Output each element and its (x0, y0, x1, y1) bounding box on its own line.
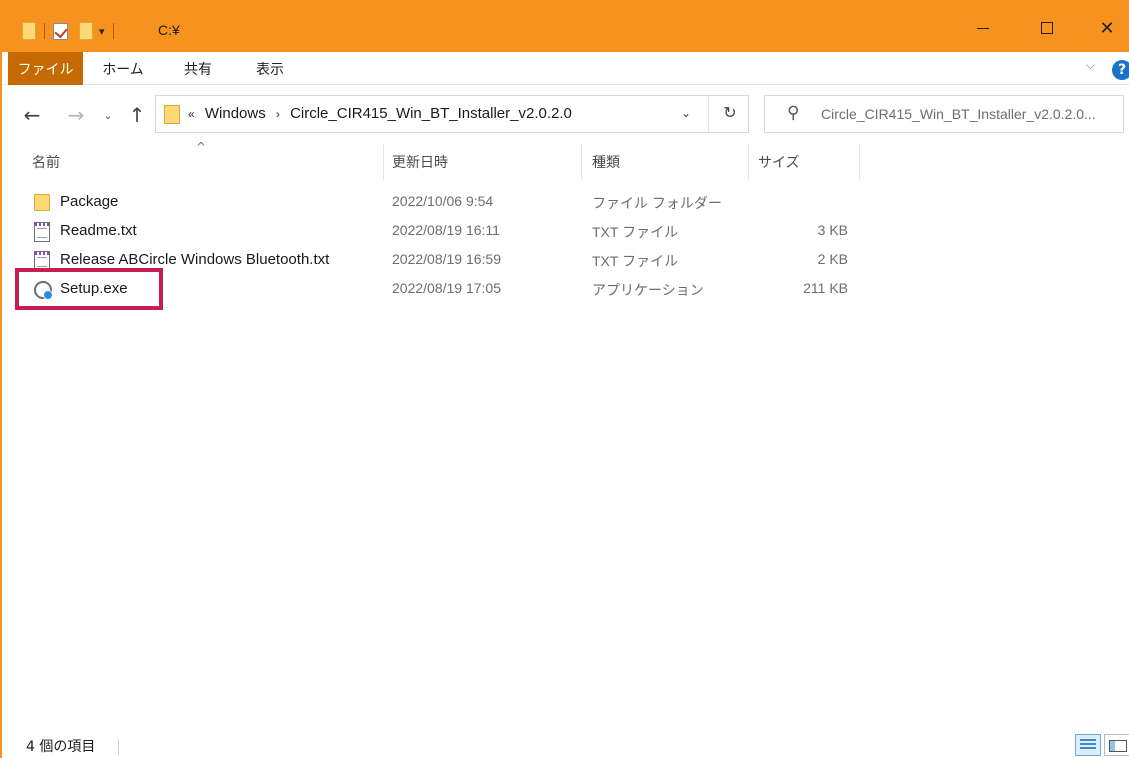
column-header-name[interactable]: 名前 (32, 144, 382, 180)
maximize-button[interactable] (1024, 10, 1070, 46)
help-icon[interactable]: ? (1112, 60, 1129, 80)
tab-file[interactable]: ファイル (8, 52, 83, 85)
file-date: 2022/08/19 17:05 (392, 280, 501, 296)
minimize-icon (977, 27, 989, 29)
tab-share[interactable]: 共有 (170, 52, 226, 85)
tab-view[interactable]: 表示 (242, 52, 298, 85)
column-header-date[interactable]: 更新日時 (392, 144, 580, 180)
new-folder-icon[interactable] (79, 22, 93, 40)
folder-icon (164, 105, 180, 124)
large-icons-view-icon[interactable] (1104, 734, 1129, 756)
address-divider (708, 96, 709, 132)
breadcrumb-overflow[interactable]: « (188, 107, 195, 121)
file-type: ファイル フォルダー (592, 195, 722, 211)
file-row-package[interactable]: Package 2022/10/06 9:54 ファイル フォルダー (26, 188, 866, 217)
details-view-icon[interactable] (1075, 734, 1101, 756)
file-name[interactable]: Readme.txt (60, 222, 137, 239)
file-type: TXT ファイル (592, 224, 679, 240)
tab-home[interactable]: ホーム (95, 52, 151, 85)
file-size: 2 KB (817, 251, 848, 267)
maximize-icon (1041, 22, 1053, 34)
ribbon-tabs: ファイル ホーム 共有 表示 (0, 52, 1129, 85)
file-type: TXT ファイル (592, 253, 679, 269)
expand-ribbon-icon[interactable]: ⌵ (1086, 58, 1095, 73)
minimize-button[interactable] (960, 10, 1006, 46)
window-border (0, 52, 2, 758)
file-name[interactable]: Package (60, 193, 118, 210)
back-button[interactable]: ← (18, 100, 46, 130)
up-button[interactable]: ↑ (124, 100, 150, 130)
folder-icon (34, 194, 50, 211)
quick-access-toolbar: ▾ (22, 20, 122, 42)
column-header-size[interactable]: サイズ (758, 144, 858, 180)
file-date: 2022/08/19 16:59 (392, 251, 501, 267)
highlight-box (15, 268, 163, 310)
properties-icon[interactable] (53, 22, 68, 40)
item-count-status: 4 個の項目 (26, 739, 96, 755)
file-row-readme[interactable]: Readme.txt 2022/08/19 16:11 TXT ファイル 3 K… (26, 217, 866, 246)
toolbar-divider (112, 23, 114, 39)
window-title: C:¥ (158, 22, 180, 38)
column-divider[interactable] (383, 144, 384, 180)
title-bar: ▾ C:¥ ✕ (0, 0, 1129, 52)
breadcrumb-separator-chevron-icon[interactable]: › (276, 107, 280, 121)
close-button[interactable]: ✕ (1084, 10, 1129, 46)
column-divider[interactable] (748, 144, 749, 180)
address-bar[interactable]: « Windows › Circle_CIR415_Win_BT_Install… (155, 95, 749, 133)
column-divider[interactable] (581, 144, 582, 180)
forward-button[interactable]: → (62, 100, 90, 130)
close-icon: ✕ (1099, 17, 1115, 39)
search-icon: ⚲ (787, 103, 800, 123)
recent-locations-chevron-down-icon[interactable]: ⌄ (98, 100, 118, 130)
file-size: 211 KB (803, 280, 848, 296)
column-divider[interactable] (859, 144, 860, 180)
breadcrumb-installer-folder[interactable]: Circle_CIR415_Win_BT_Installer_v2.0.2.0 (290, 105, 572, 122)
file-name[interactable]: Release ABCircle Windows Bluetooth.txt (60, 251, 329, 268)
text-file-icon (34, 222, 50, 242)
column-header-type[interactable]: 種類 (592, 144, 747, 180)
customize-toolbar-dropdown-icon[interactable]: ▾ (99, 25, 105, 38)
toolbar-divider (44, 23, 45, 39)
file-date: 2022/10/06 9:54 (392, 193, 494, 209)
file-type: アプリケーション (592, 282, 704, 298)
file-date: 2022/08/19 16:11 (392, 222, 500, 238)
breadcrumb: « Windows › Circle_CIR415_Win_BT_Install… (188, 105, 578, 122)
address-history-chevron-down-icon[interactable]: ⌄ (676, 106, 696, 120)
file-size: 3 KB (817, 222, 848, 238)
search-input[interactable]: Circle_CIR415_Win_BT_Installer_v2.0.2.0.… (821, 106, 1096, 122)
search-box[interactable]: ⚲ Circle_CIR415_Win_BT_Installer_v2.0.2.… (764, 95, 1124, 133)
folder-icon[interactable] (22, 22, 36, 40)
refresh-icon[interactable]: ↻ (716, 103, 744, 122)
status-divider (118, 739, 119, 755)
breadcrumb-windows[interactable]: Windows (205, 105, 266, 122)
